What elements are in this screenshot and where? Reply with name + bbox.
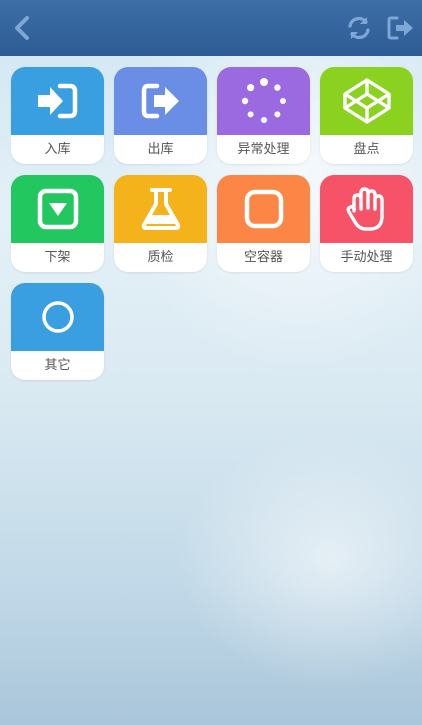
- tile-empty-container[interactable]: 空容器: [217, 175, 310, 272]
- sign-in-icon: [37, 83, 77, 119]
- refresh-button[interactable]: [345, 14, 373, 42]
- tile-empty-container-label: 空容器: [243, 250, 283, 265]
- logout-button[interactable]: [386, 14, 416, 42]
- logout-icon: [387, 16, 413, 40]
- tile-stocktake-header: [320, 67, 413, 135]
- tile-outbound-header: [114, 67, 207, 135]
- chevron-left-icon: [15, 16, 29, 40]
- tile-other-header: [11, 283, 104, 351]
- codepen-icon: [342, 78, 391, 124]
- top-navigation-bar: [0, 0, 422, 56]
- tile-unshelve-header: [11, 175, 104, 243]
- tile-other-label: 其它: [44, 358, 71, 373]
- tile-quality-check-header: [114, 175, 207, 243]
- back-button[interactable]: [8, 12, 36, 44]
- square-outline-icon: [244, 189, 283, 229]
- tile-unshelve[interactable]: 下架: [11, 175, 104, 272]
- circle-outline-icon: [41, 301, 74, 333]
- tile-outbound[interactable]: 出库: [114, 67, 207, 164]
- tile-exception-handling-label: 异常处理: [237, 142, 290, 157]
- tile-empty-container-header: [217, 175, 310, 243]
- tile-exception-handling[interactable]: 异常处理: [217, 67, 310, 164]
- tile-inbound[interactable]: 入库: [11, 67, 104, 164]
- flask-icon: [141, 188, 180, 230]
- tile-manual-handling-header: [320, 175, 413, 243]
- sign-out-icon: [141, 83, 179, 119]
- tile-outbound-label: 出库: [147, 142, 174, 157]
- tile-exception-handling-header: [217, 67, 310, 135]
- tile-manual-handling[interactable]: 手动处理: [320, 175, 413, 272]
- tile-unshelve-label: 下架: [44, 250, 71, 265]
- tile-quality-check-label: 质检: [147, 250, 174, 265]
- tile-other[interactable]: 其它: [11, 283, 104, 380]
- tile-quality-check[interactable]: 质检: [114, 175, 207, 272]
- caret-square-down-icon: [37, 188, 78, 230]
- refresh-icon: [348, 16, 370, 40]
- tile-stocktake[interactable]: 盘点: [320, 67, 413, 164]
- tile-manual-handling-label: 手动处理: [340, 250, 393, 265]
- tile-stocktake-label: 盘点: [353, 142, 380, 157]
- tile-inbound-label: 入库: [44, 142, 71, 157]
- hand-icon: [346, 187, 384, 231]
- tile-inbound-header: [11, 67, 104, 135]
- spinner-icon: [241, 78, 286, 123]
